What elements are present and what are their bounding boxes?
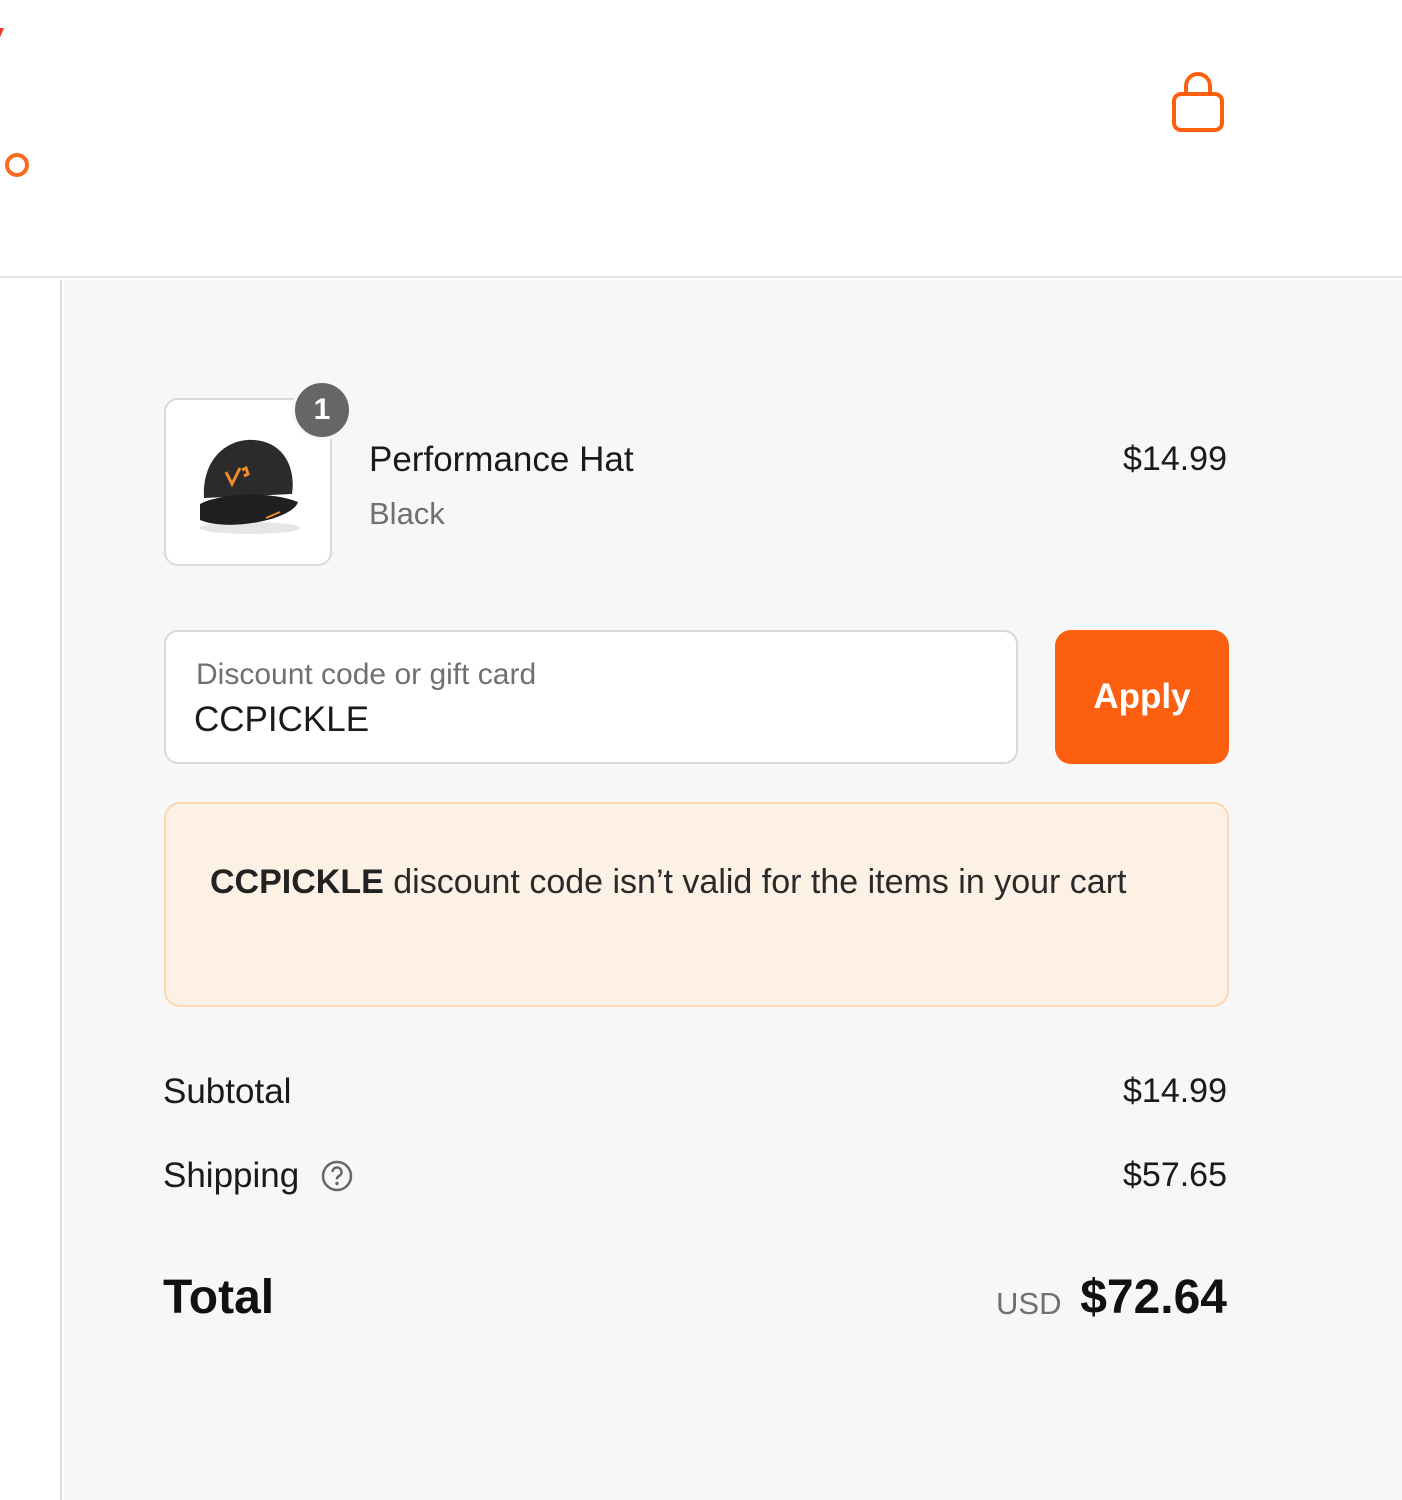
total-value: $72.64: [1080, 1271, 1227, 1324]
checkout-header: [0, 0, 1402, 278]
subtotal-label: Subtotal: [163, 1072, 292, 1111]
product-name: Performance Hat: [369, 440, 634, 479]
shopping-bag-icon[interactable]: [1168, 72, 1228, 134]
subtotal-value: $14.99: [1123, 1072, 1227, 1110]
product-price: $14.99: [1123, 440, 1227, 478]
error-discount-code: CCPICKLE: [210, 863, 384, 901]
checkout-main-pane: [0, 280, 62, 1500]
shipping-label: Shipping: [163, 1156, 300, 1195]
discount-error-banner: CCPICKLE discount code isn’t valid for t…: [164, 802, 1229, 1007]
quantity-badge: 1: [292, 380, 352, 440]
total-currency: USD: [996, 1286, 1062, 1321]
discount-field-label: Discount code or gift card: [196, 658, 537, 691]
shipping-value: $57.65: [1123, 1156, 1227, 1194]
discount-code-input[interactable]: Discount code or gift card CCPICKLE: [164, 630, 1018, 764]
black-cap-product-image: [200, 439, 300, 534]
logo-fragment-icon: [0, 28, 4, 38]
error-message-text: discount code isn’t valid for the items …: [383, 863, 1127, 901]
product-variant: Black: [369, 496, 445, 531]
total-label: Total: [163, 1271, 275, 1324]
discount-field-value[interactable]: CCPICKLE: [194, 700, 369, 740]
apply-discount-button[interactable]: Apply: [1055, 630, 1229, 764]
logo-ring-icon: [5, 153, 29, 177]
question-circle-icon[interactable]: [320, 1159, 354, 1193]
